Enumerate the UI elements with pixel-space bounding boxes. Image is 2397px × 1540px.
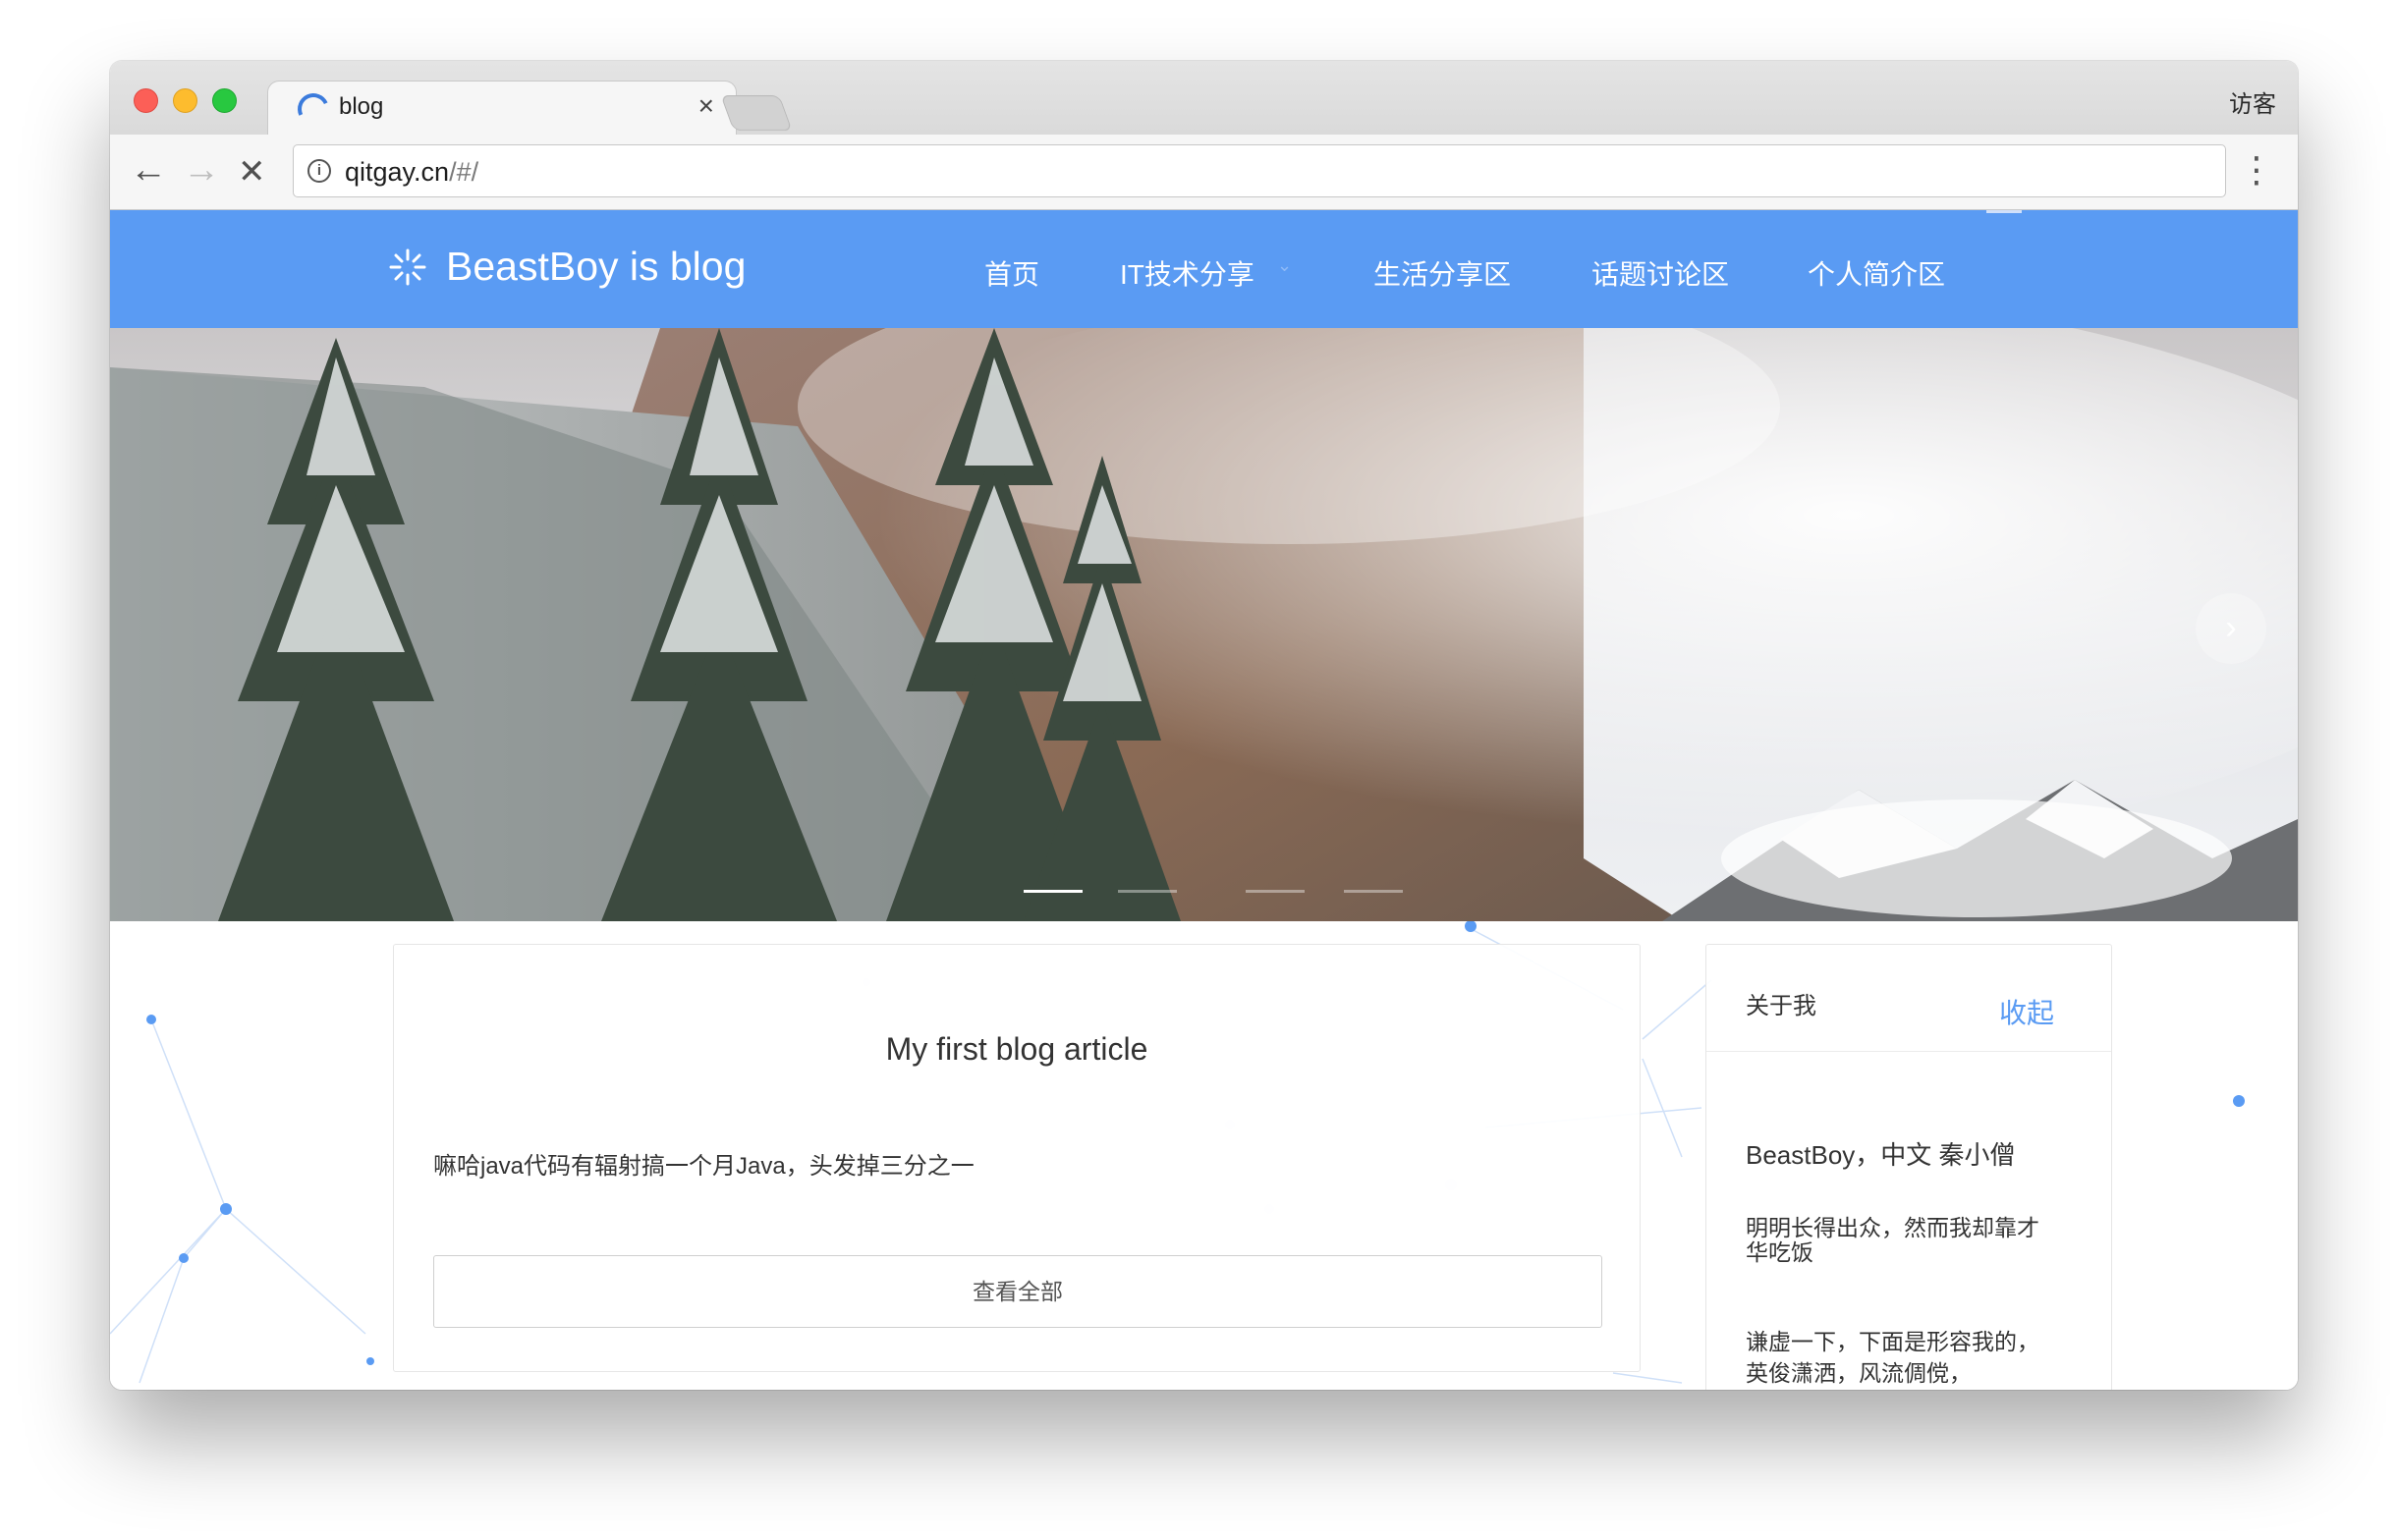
view-all-button[interactable]: 查看全部 [433,1255,1602,1328]
url-host: qitgay.cn [345,157,450,187]
carousel-next-button[interactable]: › [2196,593,2266,664]
minimize-window-button[interactable] [173,88,197,113]
about-me-title: 关于我 [1746,993,1816,1019]
article-card: My first blog article 嘛哈java代码有辐射搞一个月Jav… [393,944,1641,1372]
nav-item-topics[interactable]: 话题讨论区 [1591,253,1729,293]
collapse-link[interactable]: 收起 [1999,992,2054,1031]
profile-button[interactable]: 访客 [2229,84,2276,119]
author-name: BeastBoy，中文 秦小僧 [1746,1140,2016,1170]
hero-carousel: › [110,328,2298,921]
back-arrow-icon[interactable]: ← [130,150,167,190]
close-window-button[interactable] [134,88,158,113]
about-me-header: 关于我 收起 [1706,945,2111,1052]
carousel-dot[interactable] [1246,890,1305,893]
carousel-dot[interactable] [1344,890,1403,893]
browser-tab[interactable]: blog × [267,81,737,137]
tab-close-icon[interactable]: × [698,90,714,122]
browser-toolbar: ← → ✕ i qitgay.cn/#/ ⋮ [110,135,2298,210]
tab-title: blog [339,93,384,120]
site-info-icon[interactable]: i [307,159,331,183]
snowy-mountain-image [110,328,2298,921]
site-logo-text[interactable]: BeastBoy is blog [446,244,746,290]
carousel-dot[interactable] [1118,890,1177,893]
article-excerpt: 嘛哈java代码有辐射搞一个月Java，头发掉三分之一 [433,1153,975,1180]
nav-item-life[interactable]: 生活分享区 [1373,253,1511,293]
url-text[interactable]: qitgay.cn/#/ [345,157,478,188]
forward-arrow-icon[interactable]: → [183,150,220,190]
author-description: 谦虚一下，下面是形容我的，英俊潇洒，风流倜傥， [1746,1329,2039,1386]
stop-loading-icon[interactable]: ✕ [238,152,266,192]
url-path: /#/ [449,157,479,187]
nav-item-about[interactable]: 个人简介区 [1808,253,1945,293]
web-page: BeastBoy is blog 首页 IT技术分享 ⌄ 生活分享区 话题讨论区… [110,210,2298,1390]
nav-indicator [1986,210,2022,213]
carousel-dot[interactable] [1024,890,1083,893]
browser-window: blog × 访客 ← → ✕ i qitgay.cn/#/ ⋮ BeastBo… [110,61,2298,1390]
new-tab-button[interactable] [720,95,793,131]
nav-item-it-tech[interactable]: IT技术分享 [1120,253,1254,293]
chevron-down-icon[interactable]: ⌄ [1277,255,1292,276]
nav-item-home[interactable]: 首页 [984,253,1039,293]
loading-spinner-icon [293,88,334,130]
site-navbar: BeastBoy is blog 首页 IT技术分享 ⌄ 生活分享区 话题讨论区… [110,210,2298,328]
browser-menu-icon[interactable]: ⋮ [2239,150,2274,190]
maximize-window-button[interactable] [212,88,237,113]
author-tagline: 明明长得出众，然而我却靠才华吃饭 [1746,1215,2039,1265]
address-bar[interactable]: i qitgay.cn/#/ [293,144,2226,197]
about-me-panel: 关于我 收起 BeastBoy，中文 秦小僧 明明长得出众，然而我却靠才华吃饭 … [1705,944,2112,1390]
sparkle-logo-icon [389,248,426,286]
article-title[interactable]: My first blog article [394,1031,1640,1068]
title-bar: blog × 访客 [110,61,2298,137]
